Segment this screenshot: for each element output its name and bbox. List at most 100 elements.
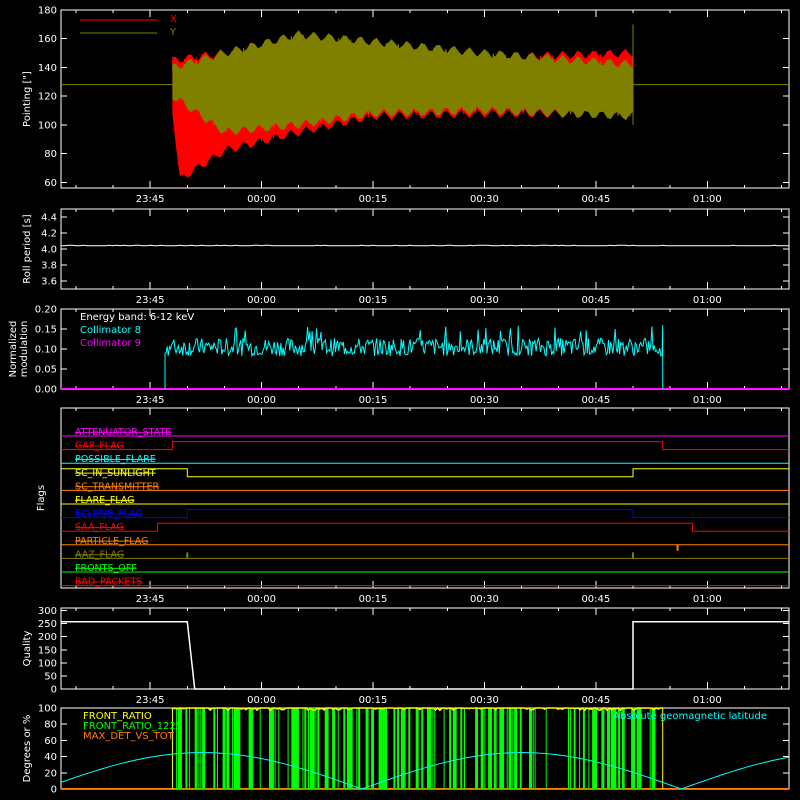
- front-ratio-1225-bar: [202, 708, 206, 789]
- front-ratio-1225-bar: [601, 708, 605, 789]
- front-ratio-1225-bar: [278, 708, 280, 789]
- front-ratio-1225-bar: [252, 708, 254, 789]
- front-ratio-1225-bar: [378, 708, 381, 789]
- pointing-xtick-label: 00:45: [581, 194, 610, 205]
- modulation-xtick-label: 00:00: [247, 395, 276, 406]
- quality-xtick-label: 00:15: [359, 695, 388, 706]
- modulation-xtick-label: 00:45: [581, 395, 610, 406]
- flags-xtick-label: 00:00: [247, 594, 276, 605]
- front-ratio-1225-bar: [315, 708, 317, 789]
- pointing-ytick-label: 160: [38, 34, 57, 45]
- front-ratio-1225-bar: [443, 708, 445, 789]
- front-ratio-1225-bar: [475, 708, 478, 789]
- front-ratio-1225-bar: [270, 708, 274, 789]
- modulation-ytick-label: 0.15: [35, 325, 57, 336]
- degrees-ytick-label: 60: [44, 736, 57, 747]
- roll-panel: 3.6 3.8 4.0 4.2 4.4 23:45 00:00 00:15 00:30 00:45…: [22, 208, 790, 306]
- roll-ytick-label: 4.2: [41, 229, 57, 240]
- degrees-ytick-label: 0: [51, 785, 57, 796]
- front-ratio-1225-bar: [373, 708, 374, 789]
- modulation-panel: 0.00 0.05 0.10 0.15 0.20 23:45 00:00 00:15 00:30…: [8, 305, 790, 406]
- legend-collimator-8: Collimator 8: [80, 325, 141, 336]
- front-ratio-1225-bar: [582, 708, 585, 789]
- front-ratio-1225-bar: [235, 708, 238, 789]
- flag-line-gap_flag: [61, 441, 789, 451]
- pointing-xtick-label: 00:15: [359, 194, 388, 205]
- front-ratio-1225-bar: [480, 708, 484, 789]
- front-ratio-1225-bar: [495, 708, 497, 789]
- front-ratio-1225-bar: [239, 708, 241, 789]
- front-ratio-1225-bar: [493, 708, 496, 789]
- quality-xtick-label: 00:45: [581, 695, 610, 706]
- front-ratio-1225-bar: [287, 708, 289, 789]
- front-ratio-1225-bar: [404, 708, 406, 789]
- flag-label-sc_transmitter: SC_TRANSMITTER: [75, 481, 160, 492]
- front-ratio-1225-bar: [228, 708, 230, 789]
- modulation-ylabel: Normalized: [8, 321, 19, 378]
- summary-plot: 60 80 100 120 140 160 180 23:45 00:00 00:15 00:30 0…: [0, 0, 800, 800]
- flag-label-saa_flag: SAA_FLAG: [75, 522, 124, 533]
- roll-frame: [60, 208, 790, 290]
- flag-label-aaz_flag: AAZ_FLAG: [75, 549, 124, 560]
- front-ratio-1225-bar: [185, 708, 188, 789]
- front-ratio-1225-bar: [532, 708, 534, 789]
- front-ratio-1225-bar: [503, 708, 504, 789]
- front-ratio-1225-bar: [332, 708, 336, 789]
- front-ratio-1225-bar: [302, 708, 304, 789]
- legend-max-det: MAX_DET_VS_TOT: [83, 731, 175, 742]
- flags-xtick-label: 00:15: [359, 594, 388, 605]
- front-ratio-1225-bar: [408, 708, 411, 789]
- roll-xtick-label: 23:45: [136, 295, 165, 306]
- flags-xtick-label: 00:45: [581, 594, 610, 605]
- pointing-xtick-label: 23:45: [136, 194, 165, 205]
- front-ratio-1225-bar: [426, 708, 429, 789]
- quality-xtick-label: 01:00: [693, 695, 722, 706]
- front-ratio-1225-bar: [382, 708, 385, 789]
- roll-xtick-label: 01:00: [693, 295, 722, 306]
- flag-label-fronts_off: FRONTS_OFF: [75, 563, 137, 574]
- pointing-xtick-label: 01:00: [693, 194, 722, 205]
- modulation-ytick-label: 0.20: [35, 305, 57, 316]
- flags-panel: 23:45 00:00 00:15 00:30 00:45 01:00 Flags ATTEN…: [36, 407, 790, 605]
- quality-ytick-label: 250: [38, 619, 57, 630]
- quality-xtick-label: 23:45: [136, 695, 165, 706]
- flag-label-attenuator_state: ATTENUATOR_STATE: [75, 427, 171, 438]
- front-ratio-1225-bar: [573, 708, 576, 789]
- quality-panel: 0 50 100 150 200 250 300 23:45 00:00 00:15 00:30 00…: [22, 606, 790, 706]
- front-ratio-1225-bar: [449, 708, 452, 789]
- front-ratio-1225-bar: [384, 708, 388, 789]
- front-ratio-1225-bar: [588, 708, 590, 789]
- roll-xtick-label: 00:30: [470, 295, 499, 306]
- roll-xtick-label: 00:00: [247, 295, 276, 306]
- front-ratio-1225-bar: [248, 708, 251, 789]
- roll-period-line: [61, 244, 789, 247]
- modulation-xtick-label: 00:15: [359, 395, 388, 406]
- front-ratio-1225-bar: [189, 708, 191, 789]
- front-ratio-1225-bar: [365, 708, 369, 789]
- modulation-ylabel: modulation: [19, 321, 30, 378]
- modulation-ytick-label: 0.00: [35, 385, 57, 396]
- degrees-ytick-label: 80: [44, 720, 57, 731]
- flag-label-particle_flag: PARTICLE_FLAG: [75, 536, 148, 547]
- quality-ytick-label: 300: [38, 606, 57, 617]
- pointing-panel: 60 80 100 120 140 160 180 23:45 00:00 00:15 00:30 0…: [22, 6, 790, 205]
- pointing-ytick-label: 80: [44, 149, 57, 160]
- front-ratio-1225-bar: [514, 708, 518, 789]
- roll-ytick-label: 4.0: [41, 245, 57, 256]
- modulation-ytick-label: 0.10: [35, 345, 57, 356]
- front-ratio-1225-bar: [217, 708, 218, 789]
- quality-ytick-label: 50: [44, 671, 57, 682]
- front-ratio-1225-bar: [317, 708, 320, 789]
- front-ratio-1225-bar: [313, 708, 315, 789]
- quality-line: [61, 621, 789, 690]
- front-ratio-1225-bar: [519, 708, 522, 789]
- quality-frame: [60, 607, 790, 690]
- front-ratio-1225-bar: [304, 708, 307, 789]
- quality-ytick-label: 200: [38, 632, 57, 643]
- modulation-xtick-label: 00:30: [470, 395, 499, 406]
- front-ratio-1225-bar: [421, 708, 424, 789]
- flag-line-saa_flag: [61, 522, 789, 532]
- quality-xtick-label: 00:30: [470, 695, 499, 706]
- front-ratio-1225-bar: [371, 708, 374, 789]
- front-ratio-1225-bar: [402, 708, 405, 789]
